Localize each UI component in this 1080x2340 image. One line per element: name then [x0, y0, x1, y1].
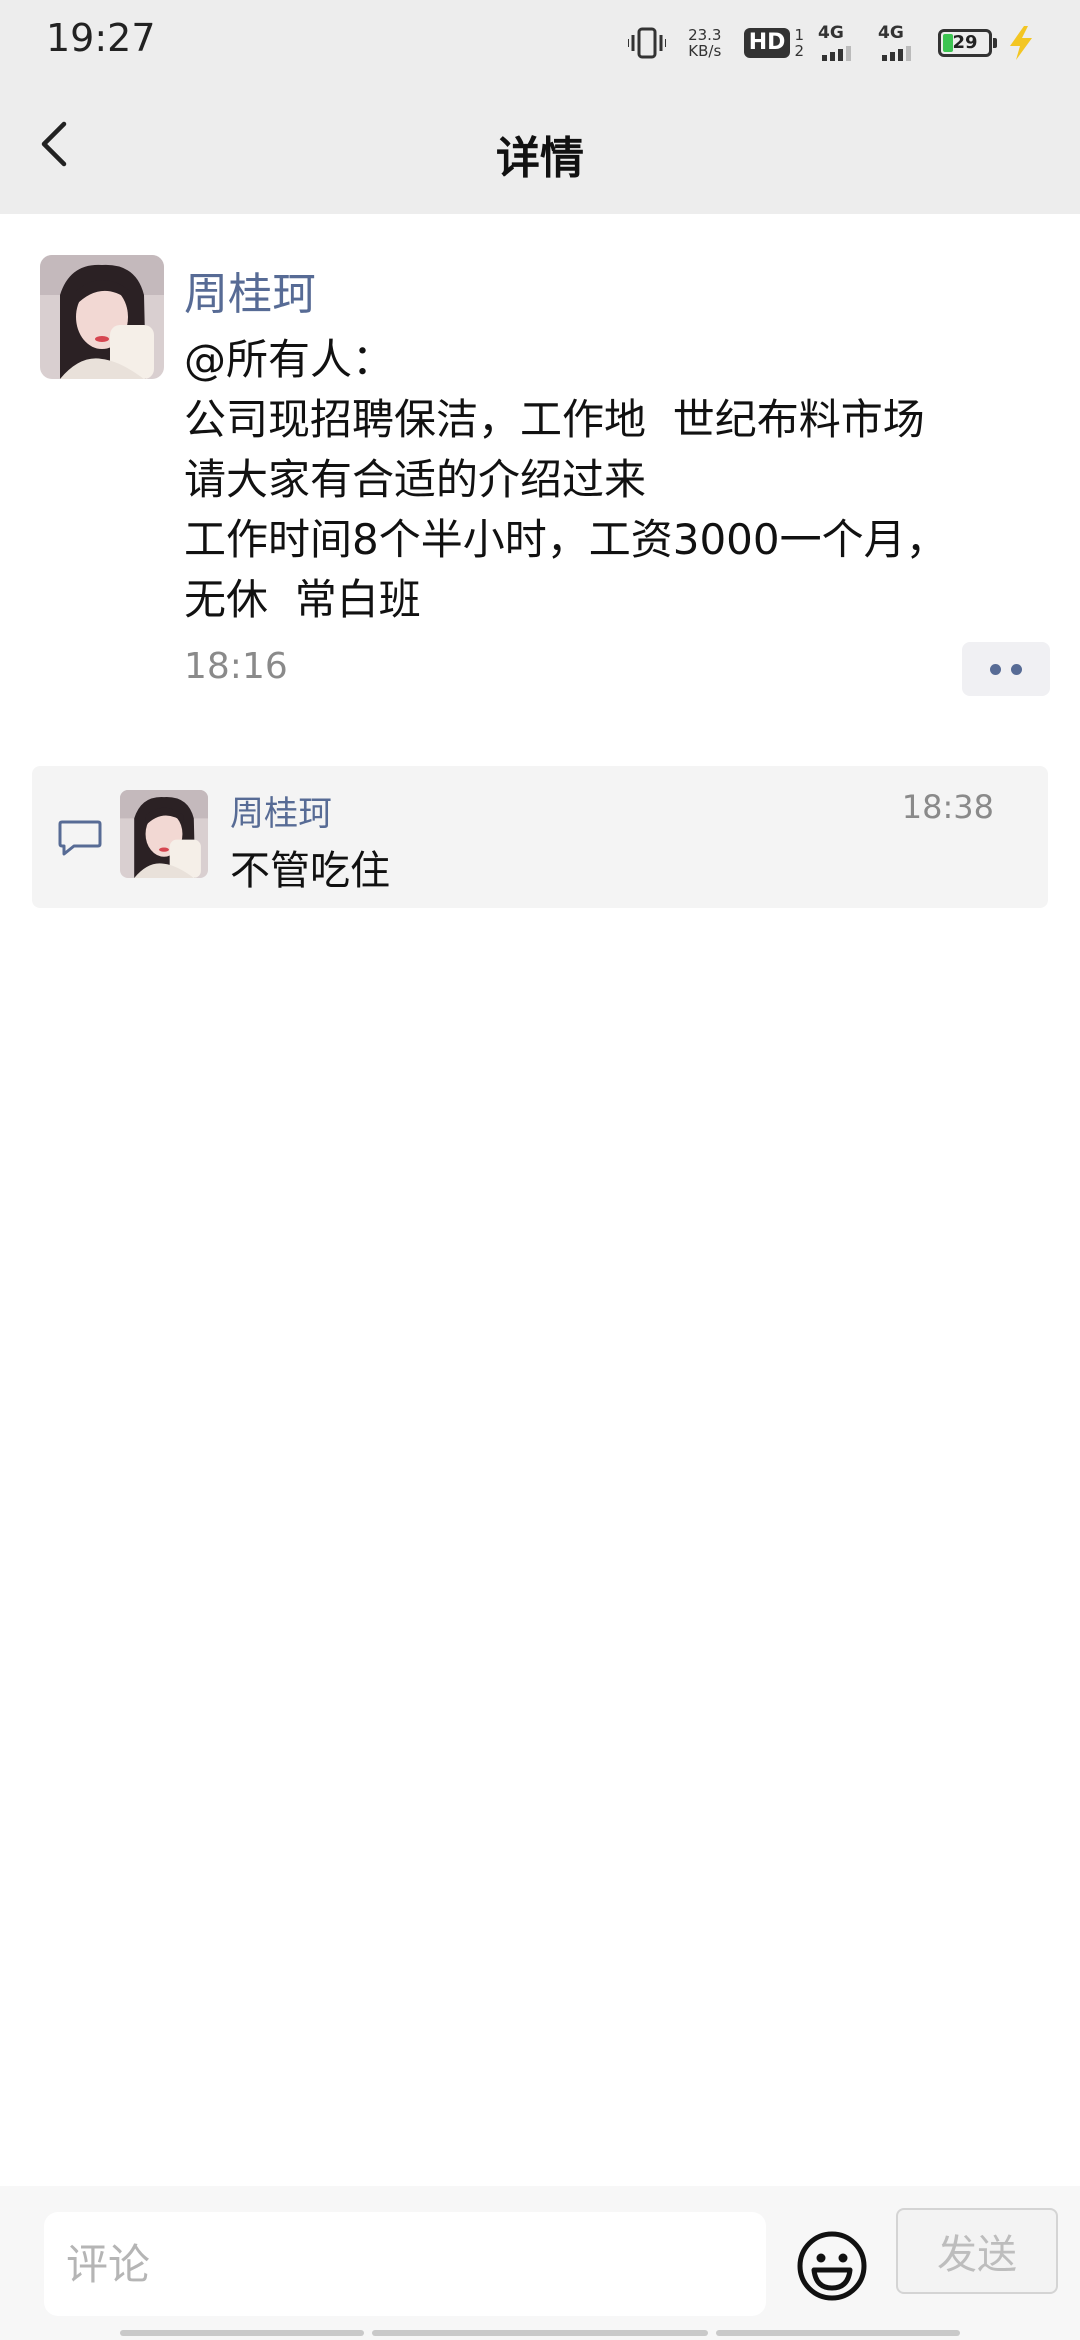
home-indicator	[372, 2330, 708, 2336]
network-speed-value: 23.3	[688, 26, 722, 44]
avatar[interactable]	[40, 255, 164, 379]
emoji-icon[interactable]	[796, 2230, 868, 2302]
post-content: @所有人： 公司现招聘保洁，工作地 世纪布料市场 请大家有合适的介绍过来 工作时…	[184, 330, 1034, 630]
signal-4g-icon: 4G	[878, 23, 924, 63]
sim2-network-label: 4G	[878, 23, 904, 43]
charging-icon	[1010, 26, 1032, 60]
post-line: 工作时间8个半小时，工资3000一个月，	[184, 515, 948, 564]
post-line: 公司现招聘保洁，工作地 世纪布料市场	[184, 395, 925, 444]
battery-level: 29	[952, 32, 978, 53]
hd-sim-index-top: 1	[794, 26, 804, 44]
page-title: 详情	[496, 133, 584, 184]
nav-bar: 详情	[0, 84, 1080, 214]
hd-call-icon: HD	[743, 28, 791, 58]
status-time: 19:27	[46, 16, 156, 60]
network-speed: 23.3 KB/s	[680, 27, 730, 59]
post-author[interactable]: 周桂珂	[184, 258, 316, 322]
sim1-network-label: 4G	[818, 23, 844, 43]
post-line: @所有人：	[184, 335, 395, 384]
hd-sim-index-bottom: 2	[794, 42, 804, 60]
post-line: 请大家有合适的介绍过来	[184, 455, 647, 504]
avatar-photo	[120, 790, 208, 878]
home-indicator	[716, 2330, 960, 2336]
comment-author[interactable]: 周桂珂	[230, 786, 332, 835]
status-bar: 19:27 23.3 KB/s HD 1 2 4G 4G 29	[0, 0, 1080, 84]
comment-time: 18:38	[901, 788, 994, 826]
avatar-photo	[40, 255, 164, 379]
network-speed-unit: KB/s	[688, 42, 722, 60]
signal-4g-icon: 4G	[818, 23, 864, 63]
status-icons: 23.3 KB/s HD 1 2 4G 4G 29	[627, 20, 1036, 66]
home-indicator	[120, 2330, 364, 2336]
comment-list: 周桂珂 不管吃住 18:38	[32, 766, 1048, 908]
comment-input[interactable]	[44, 2212, 766, 2316]
battery-icon: 29	[938, 29, 997, 57]
more-dots-icon[interactable]	[962, 642, 1050, 696]
post-line: 无休 常白班	[184, 575, 421, 624]
comment-icon	[58, 820, 102, 856]
send-button[interactable]: 发送	[896, 2208, 1058, 2294]
hd-sim-index: 1 2	[794, 27, 804, 59]
comment-text[interactable]: 不管吃住	[230, 838, 390, 896]
comment-avatar[interactable]	[120, 790, 208, 878]
comment-input-bar: 发送	[0, 2186, 1080, 2340]
post-time: 18:16	[184, 646, 288, 687]
vibrate-icon	[627, 27, 666, 59]
